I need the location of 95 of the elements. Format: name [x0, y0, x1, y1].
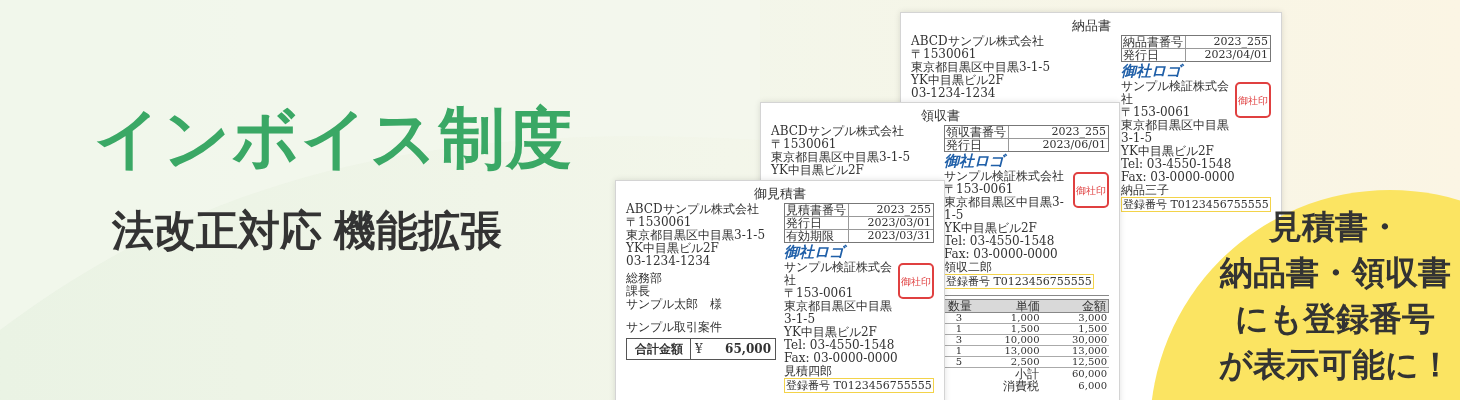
issuer-line: 東京都目黒区中目黒3-1-5 — [911, 61, 1050, 74]
contact-line: Tel: 03-4550-1548 — [944, 235, 1056, 248]
total-amount: 65,000 — [725, 341, 772, 358]
table-cell-text: 3 — [954, 335, 964, 345]
meta-value: 2023/03/01 — [866, 217, 932, 229]
staff-name: 領収二郎 — [944, 261, 993, 274]
document-title: 領収書 — [920, 108, 960, 124]
issuer-line: 〒1530061 — [911, 48, 978, 61]
issuer-line: 03-1234-1234 — [626, 255, 712, 268]
address-line: 〒153-0061 — [784, 287, 855, 300]
meta-label: 発行日 — [1122, 49, 1186, 61]
total-label: 合計金額 — [627, 339, 691, 359]
issuer-line: ABCDサンプル株式会社 — [626, 203, 760, 216]
address-line: YK中目黒ビル2F — [1121, 145, 1215, 158]
currency-text: ¥ — [694, 341, 704, 358]
company-logo: 御社ロゴ — [1121, 62, 1271, 80]
issuer-line: 東京都目黒区中目黒3-1-5 — [626, 229, 766, 242]
company-seal: 御社印 — [1235, 82, 1271, 118]
issuer-line: 〒1530061 — [626, 216, 693, 229]
headline-subtitle: 法改正対応 機能拡張 — [112, 206, 502, 256]
issuer-line: YK中目黒ビル2F — [911, 74, 1005, 87]
meta-label: 発行日 — [785, 217, 849, 229]
company-logo: 御社ロゴ — [784, 243, 934, 261]
company-seal: 御社印 — [1073, 172, 1109, 208]
meta-label: 見積書番号 — [785, 204, 849, 216]
address-line: 東京都目黒区中目黒3-1-5 — [784, 300, 893, 326]
contact-line: Tel: 03-4550-1548 — [784, 339, 896, 352]
meta-label: 納品書番号 — [1122, 36, 1186, 48]
callout-text: 納品書・領収書 — [1219, 253, 1451, 293]
table-cell-text: 30,000 — [1071, 335, 1108, 345]
issuer-line: ABCDサンプル株式会社 — [771, 125, 905, 138]
table-cell-text: 13,000 — [1071, 346, 1108, 356]
table-cell-text: 10,000 — [1003, 335, 1041, 345]
meta-value: 2023/03/31 — [866, 230, 932, 242]
document-title: 納品書 — [1071, 18, 1111, 34]
staff-name: 見積四郎 — [784, 365, 833, 378]
issuer-line: 〒1530061 — [771, 138, 838, 151]
meta-value: 2023/04/01 — [1203, 49, 1269, 61]
meta-value: 2023_255 — [1212, 36, 1269, 48]
issuer-line: YK中目黒ビル2F — [771, 164, 865, 177]
meta-label: 領収書番号 — [945, 126, 1009, 138]
table-cell-text: 12,500 — [1071, 357, 1108, 367]
column-header: 数量 — [947, 300, 973, 312]
issuer-line: 03-1234-1234 — [911, 87, 997, 100]
recipient-line: 総務部 — [626, 272, 663, 285]
meta-value: 2023/06/01 — [1041, 139, 1107, 151]
registration-number: 登録番号 T0123456755555 — [944, 274, 1094, 289]
meta-value: 2023_255 — [875, 204, 932, 216]
table-cell-text: 13,000 — [1003, 346, 1041, 356]
address-line: 東京都目黒区中目黒3-1-5 — [1121, 119, 1230, 145]
issuer-line: ABCDサンプル株式会社 — [911, 35, 1045, 48]
meta-value: 2023_255 — [1050, 126, 1107, 138]
company-name: サンプル検証株式会社 — [1121, 80, 1230, 106]
column-header: 金額 — [1081, 300, 1107, 312]
issuer-line: 東京都目黒区中目黒3-1-5 — [771, 151, 910, 164]
table-cell-text: 2,500 — [1009, 357, 1041, 367]
contact-line: Fax: 03-0000-0000 — [1121, 171, 1236, 184]
company-seal: 御社印 — [898, 263, 934, 299]
table-cell-text: 1,000 — [1009, 313, 1041, 323]
contact-line: Fax: 03-0000-0000 — [784, 352, 899, 365]
table-cell-text: 5 — [954, 357, 964, 367]
address-line: YK中目黒ビル2F — [784, 326, 878, 339]
recipient-line: 課長 — [626, 285, 651, 298]
company-logo: 御社ロゴ — [944, 152, 1109, 170]
table-cell-text: 1 — [954, 324, 964, 334]
summary-value: 60,000 — [1071, 368, 1108, 380]
company-name: サンプル検証株式会社 — [784, 261, 893, 287]
table-cell-text: 1,500 — [1009, 324, 1041, 334]
column-header: 単価 — [1014, 300, 1041, 312]
callout-text: にも登録番号 — [1235, 299, 1435, 339]
summary-value: 6,000 — [1077, 380, 1108, 392]
staff-name: 納品三子 — [1121, 184, 1170, 197]
meta-label: 発行日 — [945, 139, 1009, 151]
headline-title: インボイス制度 — [94, 100, 573, 177]
contact-line: Fax: 03-0000-0000 — [944, 248, 1059, 261]
registration-number: 登録番号 T0123456755555 — [784, 378, 934, 393]
address-line: 東京都目黒区中目黒3-1-5 — [944, 196, 1065, 222]
address-line: YK中目黒ビル2F — [944, 222, 1038, 235]
meta-label: 有効期限 — [785, 230, 849, 242]
address-line: 〒153-0061 — [944, 183, 1015, 196]
table-cell-text: 1,500 — [1077, 324, 1108, 334]
callout-text: が表示可能に！ — [1218, 345, 1452, 385]
document-title: 御見積書 — [754, 186, 806, 202]
contact-line: Tel: 03-4550-1548 — [1121, 158, 1233, 171]
table-cell-text: 3,000 — [1077, 313, 1108, 323]
recipient-line: サンプル太郎 様 — [626, 298, 723, 311]
table-cell-text: 3 — [954, 313, 964, 323]
summary-label: 消費税 — [1002, 380, 1040, 392]
address-line: 〒153-0061 — [1121, 106, 1192, 119]
company-name: サンプル検証株式会社 — [944, 170, 1065, 183]
summary-label: 小計 — [1014, 368, 1040, 380]
table-cell-text: 1 — [954, 346, 964, 356]
subject-text: サンプル取引案件 — [626, 321, 723, 334]
callout-text: 見積書・ — [1269, 207, 1401, 247]
issuer-line: YK中目黒ビル2F — [626, 242, 720, 255]
